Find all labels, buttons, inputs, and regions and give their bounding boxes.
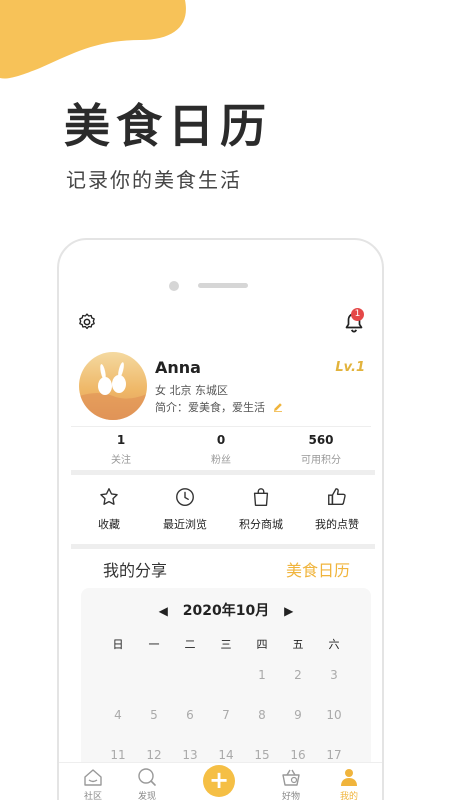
bottom-tab-bar: 社区 发现 + 好物 我的	[59, 762, 382, 800]
community-icon	[84, 769, 102, 786]
action-favorites[interactable]: 收藏	[71, 486, 147, 532]
calendar-day[interactable]: 11	[100, 748, 136, 762]
profile-info: 女 北京 东城区	[155, 384, 228, 397]
calendar-day[interactable]: 13	[172, 748, 208, 762]
stat-value: 560	[308, 433, 334, 447]
action-likes[interactable]: 我的点赞	[299, 486, 375, 532]
calendar-day[interactable]: 1	[244, 668, 280, 682]
action-points-mall[interactable]: 积分商城	[223, 486, 299, 532]
tab-goods[interactable]: 好物	[263, 767, 319, 800]
notification-badge: 1	[351, 308, 364, 321]
action-label: 我的点赞	[315, 518, 359, 531]
decorative-blob	[0, 0, 186, 79]
weekday-label: 二	[184, 638, 196, 651]
calendar-day[interactable]: 12	[136, 748, 172, 762]
share-section-title: 我的分享	[103, 561, 168, 580]
tab-label: 好物	[281, 792, 300, 800]
calendar-header: ◀ 2020年10月 ▶	[81, 600, 371, 620]
calendar-day[interactable]: 8	[244, 708, 280, 722]
stat-label: 粉丝	[211, 455, 231, 466]
quick-actions: 收藏 最近浏览 积分商城 我的点赞	[71, 478, 375, 542]
next-month-button[interactable]: ▶	[284, 604, 293, 618]
star-icon	[100, 488, 118, 505]
plus-icon: +	[208, 766, 230, 794]
hero-title: 美食日历	[64, 99, 272, 153]
calendar-day[interactable]: 4	[100, 708, 136, 722]
tab-me[interactable]: 我的	[321, 767, 377, 800]
calendar-day[interactable]: 7	[208, 708, 244, 722]
calendar-day[interactable]: 14	[208, 748, 244, 762]
stat-following[interactable]: 1 关注	[71, 433, 171, 466]
avatar[interactable]	[79, 352, 147, 420]
food-calendar-link[interactable]: 美食日历	[286, 557, 350, 581]
action-recent[interactable]: 最近浏览	[147, 486, 223, 532]
weekday-label: 五	[292, 638, 304, 651]
app-screen: 1 Anna Lv.1 女 北京 东城区 简介：爱美食，爱生活 1 关注 0 粉…	[59, 300, 382, 800]
stat-points[interactable]: 560 可用积分	[271, 433, 371, 466]
calendar-day[interactable]: 3	[316, 668, 352, 682]
discover-icon	[138, 768, 156, 786]
calendar-day[interactable]: 5	[136, 708, 172, 722]
stat-label: 可用积分	[301, 455, 341, 466]
weekday-label: 六	[328, 638, 340, 651]
phone-speaker	[198, 283, 248, 288]
tab-community[interactable]: 社区	[65, 767, 121, 800]
calendar: ◀ 2020年10月 ▶ 日 一 二 三 四 五 六 1 2 3 4 5 6 7…	[81, 588, 371, 788]
stat-followers[interactable]: 0 粉丝	[171, 433, 271, 466]
weekday-label: 四	[256, 638, 268, 651]
weekday-label: 一	[148, 638, 160, 651]
calendar-day[interactable]: 16	[280, 748, 316, 762]
bag-icon	[253, 488, 269, 506]
action-label: 最近浏览	[163, 518, 207, 531]
tab-label: 发现	[137, 792, 156, 800]
tab-discover[interactable]: 发现	[119, 767, 175, 800]
hero-subtitle: 记录你的美食生活	[66, 168, 242, 192]
level-badge: Lv.1	[335, 360, 365, 375]
weekday-label: 三	[220, 638, 232, 651]
calendar-day[interactable]: 15	[244, 748, 280, 762]
phone-camera	[169, 281, 179, 291]
profile-name: Anna	[155, 358, 201, 377]
calendar-day[interactable]: 17	[316, 748, 352, 762]
action-label: 收藏	[98, 518, 120, 531]
clock-icon	[176, 488, 194, 506]
notifications-button[interactable]: 1	[344, 308, 364, 334]
calendar-day[interactable]: 2	[280, 668, 316, 682]
profile-bio-row: 简介：爱美食，爱生活	[155, 399, 283, 415]
basket-icon	[282, 769, 300, 786]
stat-label: 关注	[111, 455, 131, 466]
thumbs-up-icon	[328, 488, 346, 506]
calendar-month: 2020年10月	[182, 603, 270, 619]
stat-value: 0	[216, 433, 226, 447]
edit-icon[interactable]	[273, 402, 283, 412]
tab-label: 社区	[83, 792, 102, 800]
tab-label: 我的	[339, 792, 358, 800]
phone-frame: 1 Anna Lv.1 女 北京 东城区 简介：爱美食，爱生活 1 关注 0 粉…	[57, 238, 384, 800]
user-icon	[341, 769, 357, 786]
add-post-button[interactable]: +	[203, 765, 235, 797]
profile-card: Anna Lv.1 女 北京 东城区 简介：爱美食，爱生活	[79, 352, 369, 422]
stats-row: 1 关注 0 粉丝 560 可用积分	[71, 426, 371, 472]
gear-icon[interactable]	[77, 312, 97, 332]
prev-month-button[interactable]: ◀	[159, 604, 168, 618]
stat-value: 1	[116, 433, 126, 447]
calendar-day[interactable]: 9	[280, 708, 316, 722]
calendar-day[interactable]: 6	[172, 708, 208, 722]
top-bar: 1	[71, 308, 370, 336]
calendar-day[interactable]: 10	[316, 708, 352, 722]
section-divider	[71, 544, 375, 549]
section-divider	[71, 470, 375, 475]
profile-bio: 简介：爱美食，爱生活	[155, 401, 265, 414]
action-label: 积分商城	[239, 518, 283, 531]
weekday-label: 日	[112, 638, 124, 651]
